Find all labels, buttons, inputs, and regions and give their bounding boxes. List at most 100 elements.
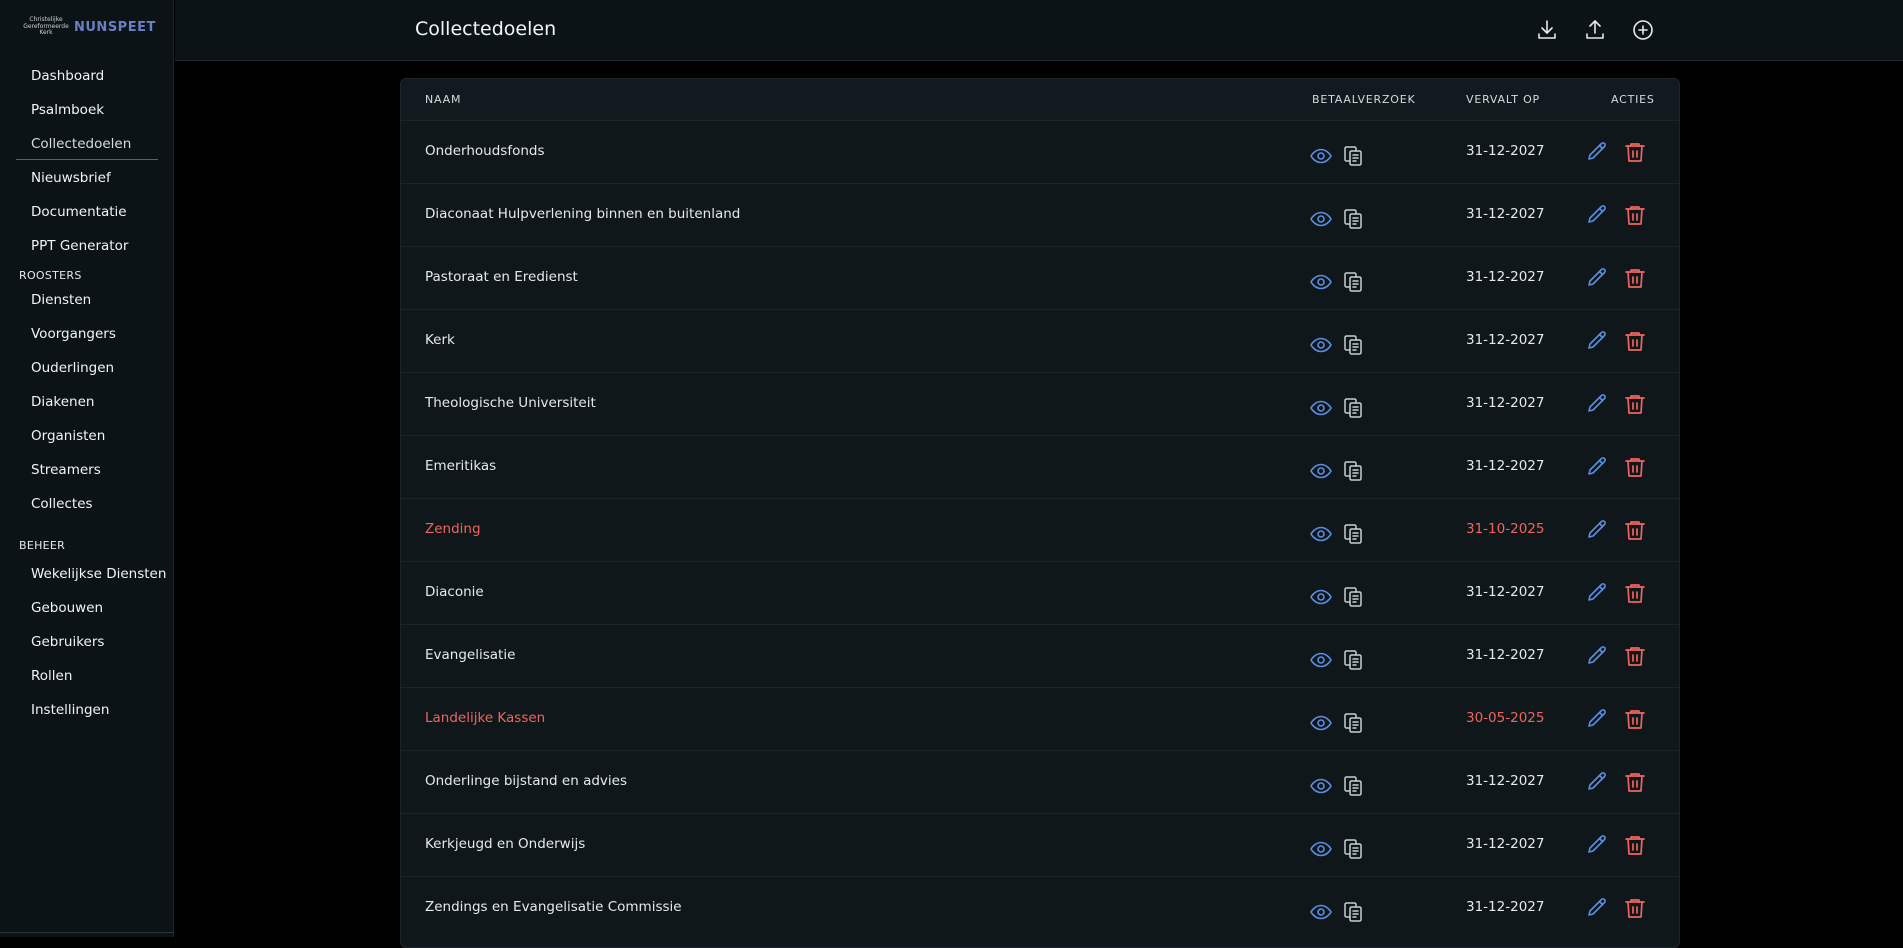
row-expiry-date: 31-12-2027	[1466, 647, 1545, 663]
sidebar-item-diakenen[interactable]: Diakenen	[31, 394, 94, 410]
sidebar-item-nieuwsbrief[interactable]: Nieuwsbrief	[31, 170, 111, 186]
view-eye-icon[interactable]	[1309, 774, 1333, 798]
delete-trash-icon[interactable]	[1623, 896, 1647, 920]
edit-pencil-icon[interactable]	[1585, 455, 1609, 479]
page-title: Collectedoelen	[415, 18, 557, 40]
view-eye-icon[interactable]	[1309, 270, 1333, 294]
view-eye-icon[interactable]	[1309, 207, 1333, 231]
view-eye-icon[interactable]	[1309, 711, 1333, 735]
upload-icon[interactable]	[1583, 18, 1607, 42]
sidebar: Christelijke Gereformeerde Kerk NUNSPEET…	[0, 0, 174, 937]
table-row: Diaconie 31-12-2027	[401, 561, 1679, 624]
edit-pencil-icon[interactable]	[1585, 896, 1609, 920]
copy-icon[interactable]	[1341, 270, 1365, 294]
edit-pencil-icon[interactable]	[1585, 266, 1609, 290]
delete-trash-icon[interactable]	[1623, 266, 1647, 290]
copy-icon[interactable]	[1341, 207, 1365, 231]
row-expiry-date: 31-12-2027	[1466, 584, 1545, 600]
column-header-name[interactable]: NAAM	[425, 93, 461, 106]
sidebar-item-dashboard[interactable]: Dashboard	[31, 68, 104, 84]
sidebar-item-ppt-generator[interactable]: PPT Generator	[31, 238, 128, 254]
row-name: Kerkjeugd en Onderwijs	[425, 836, 586, 852]
edit-pencil-icon[interactable]	[1585, 329, 1609, 353]
copy-icon[interactable]	[1341, 711, 1365, 735]
row-expiry-date: 31-12-2027	[1466, 332, 1545, 348]
row-expiry-date: 31-12-2027	[1466, 395, 1545, 411]
copy-icon[interactable]	[1341, 648, 1365, 672]
copy-icon[interactable]	[1341, 144, 1365, 168]
row-name: Onderlinge bijstand en advies	[425, 773, 627, 789]
view-eye-icon[interactable]	[1309, 144, 1333, 168]
delete-trash-icon[interactable]	[1623, 392, 1647, 416]
edit-pencil-icon[interactable]	[1585, 770, 1609, 794]
sidebar-item-diensten[interactable]: Diensten	[31, 292, 91, 308]
sidebar-item-collectedoelen[interactable]: Collectedoelen	[31, 136, 131, 152]
edit-pencil-icon[interactable]	[1585, 203, 1609, 227]
logo-title: NUNSPEET	[74, 19, 156, 35]
view-eye-icon[interactable]	[1309, 900, 1333, 924]
table-row: Emeritikas 31-12-2027	[401, 435, 1679, 498]
edit-pencil-icon[interactable]	[1585, 581, 1609, 605]
sidebar-item-gebouwen[interactable]: Gebouwen	[31, 600, 103, 616]
copy-icon[interactable]	[1341, 459, 1365, 483]
table-row: Kerk 31-12-2027	[401, 309, 1679, 372]
copy-icon[interactable]	[1341, 333, 1365, 357]
delete-trash-icon[interactable]	[1623, 707, 1647, 731]
copy-icon[interactable]	[1341, 900, 1365, 924]
edit-pencil-icon[interactable]	[1585, 833, 1609, 857]
delete-trash-icon[interactable]	[1623, 833, 1647, 857]
view-eye-icon[interactable]	[1309, 585, 1333, 609]
sidebar-item-voorgangers[interactable]: Voorgangers	[31, 326, 116, 342]
sidebar-item-ouderlingen[interactable]: Ouderlingen	[31, 360, 114, 376]
sidebar-item-psalmboek[interactable]: Psalmboek	[31, 102, 104, 118]
view-eye-icon[interactable]	[1309, 648, 1333, 672]
section-label-roosters: ROOSTERS	[19, 269, 82, 282]
view-eye-icon[interactable]	[1309, 459, 1333, 483]
row-name: Diaconaat Hulpverlening binnen en buiten…	[425, 206, 741, 222]
copy-icon[interactable]	[1341, 522, 1365, 546]
delete-trash-icon[interactable]	[1623, 770, 1647, 794]
row-name: Evangelisatie	[425, 647, 516, 663]
view-eye-icon[interactable]	[1309, 396, 1333, 420]
sidebar-item-collectes[interactable]: Collectes	[31, 496, 93, 512]
sidebar-item-instellingen[interactable]: Instellingen	[31, 702, 109, 718]
delete-trash-icon[interactable]	[1623, 644, 1647, 668]
edit-pencil-icon[interactable]	[1585, 707, 1609, 731]
sidebar-item-streamers[interactable]: Streamers	[31, 462, 101, 478]
copy-icon[interactable]	[1341, 774, 1365, 798]
delete-trash-icon[interactable]	[1623, 455, 1647, 479]
column-header-actions: ACTIES	[1611, 93, 1655, 106]
delete-trash-icon[interactable]	[1623, 203, 1647, 227]
copy-icon[interactable]	[1341, 585, 1365, 609]
edit-pencil-icon[interactable]	[1585, 518, 1609, 542]
row-name: Diaconie	[425, 584, 484, 600]
table-row: Zendings en Evangelisatie Commissie 31-12…	[401, 876, 1679, 939]
logo-subtitle: Christelijke Gereformeerde Kerk	[20, 17, 72, 37]
sidebar-item-gebruikers[interactable]: Gebruikers	[31, 634, 104, 650]
view-eye-icon[interactable]	[1309, 333, 1333, 357]
edit-pencil-icon[interactable]	[1585, 140, 1609, 164]
view-eye-icon[interactable]	[1309, 522, 1333, 546]
sidebar-item-documentatie[interactable]: Documentatie	[31, 204, 127, 220]
table-card: NAAM BETAALVERZOEK VERVALT OP ACTIES Ond…	[400, 78, 1680, 948]
edit-pencil-icon[interactable]	[1585, 392, 1609, 416]
copy-icon[interactable]	[1341, 396, 1365, 420]
sidebar-item-organisten[interactable]: Organisten	[31, 428, 105, 444]
table-row: Onderhoudsfonds 31-12-2027	[401, 120, 1679, 183]
table-row: Pastoraat en Eredienst 31-12-2027	[401, 246, 1679, 309]
sidebar-item-wekelijkse-diensten[interactable]: Wekelijkse Diensten	[31, 566, 166, 582]
column-header-expires[interactable]: VERVALT OP	[1466, 93, 1540, 106]
delete-trash-icon[interactable]	[1623, 581, 1647, 605]
add-circle-icon[interactable]	[1631, 18, 1655, 42]
delete-trash-icon[interactable]	[1623, 140, 1647, 164]
delete-trash-icon[interactable]	[1623, 518, 1647, 542]
copy-icon[interactable]	[1341, 837, 1365, 861]
sidebar-item-rollen[interactable]: Rollen	[31, 668, 72, 684]
row-expiry-date: 31-12-2027	[1466, 836, 1545, 852]
edit-pencil-icon[interactable]	[1585, 644, 1609, 668]
download-icon[interactable]	[1535, 18, 1559, 42]
delete-trash-icon[interactable]	[1623, 329, 1647, 353]
logo[interactable]: Christelijke Gereformeerde Kerk NUNSPEET	[20, 16, 156, 38]
row-name: Emeritikas	[425, 458, 497, 474]
view-eye-icon[interactable]	[1309, 837, 1333, 861]
